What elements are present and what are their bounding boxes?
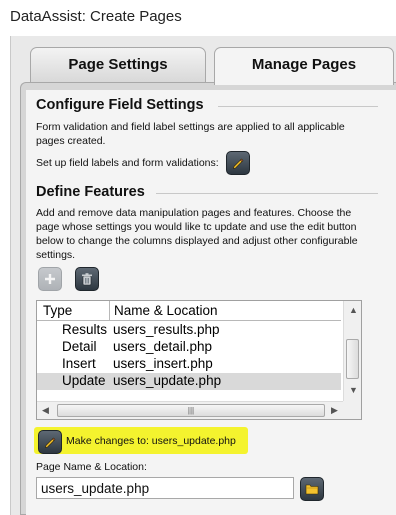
row-name: users_results.php — [113, 322, 220, 337]
define-features-description: Add and remove data manipulation pages a… — [36, 207, 358, 261]
pencil-icon — [45, 437, 56, 448]
vertical-scroll-thumb[interactable] — [346, 339, 359, 379]
page-name-input[interactable] — [36, 477, 294, 499]
row-type: Detail — [62, 339, 97, 354]
section-divider — [218, 106, 378, 107]
scroll-up-arrow-icon[interactable]: ▲ — [349, 305, 358, 315]
browse-button[interactable] — [300, 477, 324, 501]
add-feature-button[interactable] — [38, 267, 62, 291]
edit-page-button[interactable] — [38, 430, 62, 454]
trash-icon — [82, 273, 92, 286]
configure-description: Form validation and field label settings… — [36, 121, 345, 147]
section-divider — [156, 193, 378, 194]
edit-field-settings-button[interactable] — [226, 151, 250, 175]
list-row-results[interactable]: Results users_results.php — [37, 322, 341, 339]
plus-icon — [45, 274, 55, 284]
pencil-icon — [233, 158, 244, 169]
list-header: Type Name & Location — [37, 301, 341, 321]
row-type: Results — [62, 322, 108, 337]
tab-manage-pages[interactable]: Manage Pages — [214, 47, 394, 85]
configure-field-settings-heading: Configure Field Settings — [36, 97, 204, 113]
row-name: users_detail.php — [113, 339, 213, 354]
window-title: DataAssist: Create Pages — [10, 8, 182, 25]
column-header-name[interactable]: Name & Location — [114, 303, 218, 318]
scroll-left-arrow-icon[interactable]: ◀ — [42, 405, 49, 416]
horizontal-scroll-thumb[interactable]: ||| — [57, 404, 325, 417]
pages-list[interactable]: Type Name & Location Results users_resul… — [36, 300, 362, 420]
row-name: users_update.php — [113, 373, 222, 388]
setup-label: Set up field labels and form validations… — [36, 157, 219, 169]
tab-page-settings[interactable]: Page Settings — [30, 47, 206, 83]
scroll-down-arrow-icon[interactable]: ▼ — [349, 385, 358, 395]
row-name: users_insert.php — [113, 356, 213, 371]
horizontal-scrollbar[interactable]: ◀ ||| ▶ — [37, 401, 345, 419]
column-separator[interactable] — [109, 301, 110, 321]
list-row-update[interactable]: Update users_update.php — [37, 373, 341, 390]
column-header-type[interactable]: Type — [43, 303, 72, 318]
delete-feature-button[interactable] — [75, 267, 99, 291]
list-row-insert[interactable]: Insert users_insert.php — [37, 356, 341, 373]
make-changes-label: Make changes to: users_update.php — [66, 435, 236, 447]
row-type: Update — [62, 373, 106, 388]
define-features-heading: Define Features — [36, 184, 145, 200]
row-type: Insert — [62, 356, 96, 371]
list-row-detail[interactable]: Detail users_detail.php — [37, 339, 341, 356]
page-name-label: Page Name & Location: — [36, 461, 147, 473]
vertical-scrollbar[interactable]: ▲ ▼ — [343, 301, 361, 401]
title-bar: DataAssist: Create Pages — [0, 0, 396, 36]
scroll-right-arrow-icon[interactable]: ▶ — [331, 405, 338, 416]
folder-icon — [305, 484, 319, 495]
scrollbar-corner — [343, 401, 361, 419]
